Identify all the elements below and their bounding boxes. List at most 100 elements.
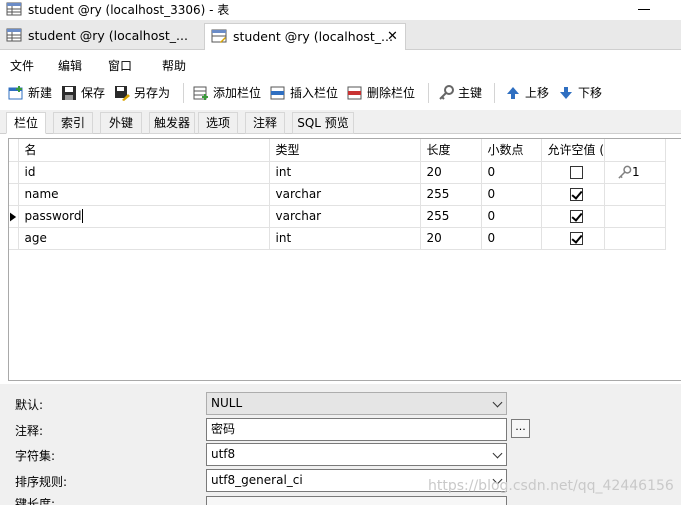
new-button[interactable]: 新建 xyxy=(8,84,52,104)
table-row[interactable]: age int 20 0 xyxy=(9,227,666,250)
add-column-icon xyxy=(193,86,208,100)
field-name-cell[interactable]: age xyxy=(18,227,270,250)
column-header-name[interactable]: 名 xyxy=(18,139,270,162)
field-name-cell[interactable]: password xyxy=(18,205,270,228)
save-label: 保存 xyxy=(81,86,106,100)
table-row-current[interactable]: password varchar 255 0 xyxy=(9,205,666,228)
field-name-value[interactable]: password xyxy=(25,209,82,223)
tab-options[interactable]: 选项 xyxy=(198,112,238,134)
field-type-cell[interactable]: varchar xyxy=(269,183,421,206)
menu-help[interactable]: 帮助 xyxy=(162,57,186,74)
insert-column-button[interactable]: 插入栏位 xyxy=(270,84,338,104)
move-up-label: 上移 xyxy=(525,86,550,100)
nullable-checkbox[interactable] xyxy=(569,232,583,245)
document-tab-bar: student @ry (localhost_... student @ry (… xyxy=(0,20,681,51)
row-indicator[interactable] xyxy=(9,161,19,184)
field-length-cell[interactable]: 255 xyxy=(420,205,482,228)
field-length-cell[interactable]: 20 xyxy=(420,227,482,250)
default-label: 默认: xyxy=(15,398,44,412)
watermark: https://blog.csdn.net/qq_42446156 xyxy=(428,478,674,494)
nullable-checkbox[interactable] xyxy=(569,210,583,223)
charset-select[interactable]: utf8 xyxy=(206,443,507,466)
column-header-nullable[interactable]: 允许空值 ( xyxy=(541,139,605,162)
move-down-button[interactable]: 下移 xyxy=(558,84,602,104)
toolbar: 新建 保存 另存为 添加栏位 插入栏位 删除栏位 主键 上移 下移 xyxy=(0,78,681,109)
tab-comment[interactable]: 注释 xyxy=(245,112,285,134)
save-icon xyxy=(62,86,76,100)
field-decimals-cell[interactable]: 0 xyxy=(481,183,542,206)
field-name-cell[interactable]: id xyxy=(18,161,270,184)
key-order: 1 xyxy=(632,164,640,179)
field-decimals-cell[interactable]: 0 xyxy=(481,161,542,184)
title-bar: student @ry (localhost_3306) - 表 xyxy=(0,0,681,20)
field-length-cell[interactable]: 255 xyxy=(420,183,482,206)
current-row-indicator[interactable] xyxy=(9,205,19,228)
column-header-decimals[interactable]: 小数点 xyxy=(481,139,542,162)
charset-value: utf8 xyxy=(211,447,236,461)
save-as-label: 另存为 xyxy=(134,86,171,100)
field-nullable-cell xyxy=(541,161,605,184)
delete-column-icon xyxy=(347,86,362,100)
add-column-button[interactable]: 添加栏位 xyxy=(193,84,261,104)
field-nullable-cell xyxy=(541,227,605,250)
table-row[interactable]: name varchar 255 0 xyxy=(9,183,666,206)
field-key-cell[interactable]: 1 xyxy=(604,161,666,184)
tab-foreign-keys[interactable]: 外键 xyxy=(100,112,142,134)
menu-file[interactable]: 文件 xyxy=(10,57,34,74)
tab-sql-preview[interactable]: SQL 预览 xyxy=(292,112,354,134)
table-row[interactable]: id int 20 0 1 xyxy=(9,161,666,184)
column-header-type[interactable]: 类型 xyxy=(269,139,421,162)
comment-value: 密码 xyxy=(211,422,236,436)
menu-window[interactable]: 窗口 xyxy=(108,57,132,74)
key-icon xyxy=(618,165,632,179)
key-length-input[interactable] xyxy=(206,496,507,505)
field-type-cell[interactable]: int xyxy=(269,227,421,250)
row-indicator[interactable] xyxy=(9,183,19,206)
field-type-cell[interactable]: varchar xyxy=(269,205,421,228)
field-key-cell[interactable] xyxy=(604,227,666,250)
document-tab-label: student @ry (localhost_... xyxy=(28,28,188,43)
primary-key-label: 主键 xyxy=(458,86,483,100)
menu-edit[interactable]: 编辑 xyxy=(58,57,82,74)
field-type-cell[interactable]: int xyxy=(269,161,421,184)
field-nullable-cell xyxy=(541,205,605,228)
designer-tab-bar: 栏位 索引 外键 触发器 选项 注释 SQL 预览 xyxy=(0,110,681,134)
field-key-cell[interactable] xyxy=(604,183,666,206)
table-header-row: 名 类型 长度 小数点 允许空值 ( xyxy=(9,139,666,162)
minimize-button[interactable] xyxy=(638,9,650,10)
nullable-checkbox[interactable] xyxy=(569,166,583,179)
add-column-label: 添加栏位 xyxy=(213,86,262,100)
field-length-cell[interactable]: 20 xyxy=(420,161,482,184)
nullable-checkbox[interactable] xyxy=(569,188,583,201)
column-header-length[interactable]: 长度 xyxy=(420,139,482,162)
arrow-down-icon xyxy=(560,87,572,99)
field-decimals-cell[interactable]: 0 xyxy=(481,227,542,250)
arrow-up-icon xyxy=(507,87,519,99)
tab-fields[interactable]: 栏位 xyxy=(6,112,46,134)
menu-bar: 文件 编辑 窗口 帮助 xyxy=(0,50,681,78)
delete-column-button[interactable]: 删除栏位 xyxy=(347,84,415,104)
column-header-key[interactable] xyxy=(604,139,666,162)
row-indicator[interactable] xyxy=(9,227,19,250)
move-down-label: 下移 xyxy=(578,86,603,100)
primary-key-button[interactable]: 主键 xyxy=(438,84,482,104)
field-name-cell[interactable]: name xyxy=(18,183,270,206)
tab-indexes[interactable]: 索引 xyxy=(53,112,93,134)
comment-input[interactable]: 密码 xyxy=(206,418,507,441)
tab-triggers[interactable]: 触发器 xyxy=(149,112,195,134)
save-button[interactable]: 保存 xyxy=(61,84,105,104)
key-icon xyxy=(439,85,454,100)
fields-grid: 名 类型 长度 小数点 允许空值 ( id int 20 0 1 name va… xyxy=(8,138,681,381)
document-tab-1[interactable]: student @ry (localhost_... xyxy=(0,23,204,50)
field-key-cell[interactable] xyxy=(604,205,666,228)
close-tab-icon[interactable]: ✕ xyxy=(387,24,398,49)
comment-label: 注释: xyxy=(15,424,44,438)
new-table-icon xyxy=(8,86,23,100)
save-as-button[interactable]: 另存为 xyxy=(114,84,170,104)
default-select[interactable]: NULL xyxy=(206,392,507,415)
field-decimals-cell[interactable]: 0 xyxy=(481,205,542,228)
row-pointer-icon xyxy=(10,212,17,221)
document-tab-2-active[interactable]: student @ry (localhost_... ✕ xyxy=(204,23,406,51)
move-up-button[interactable]: 上移 xyxy=(505,84,549,104)
comment-edit-button[interactable]: ... xyxy=(511,419,530,438)
